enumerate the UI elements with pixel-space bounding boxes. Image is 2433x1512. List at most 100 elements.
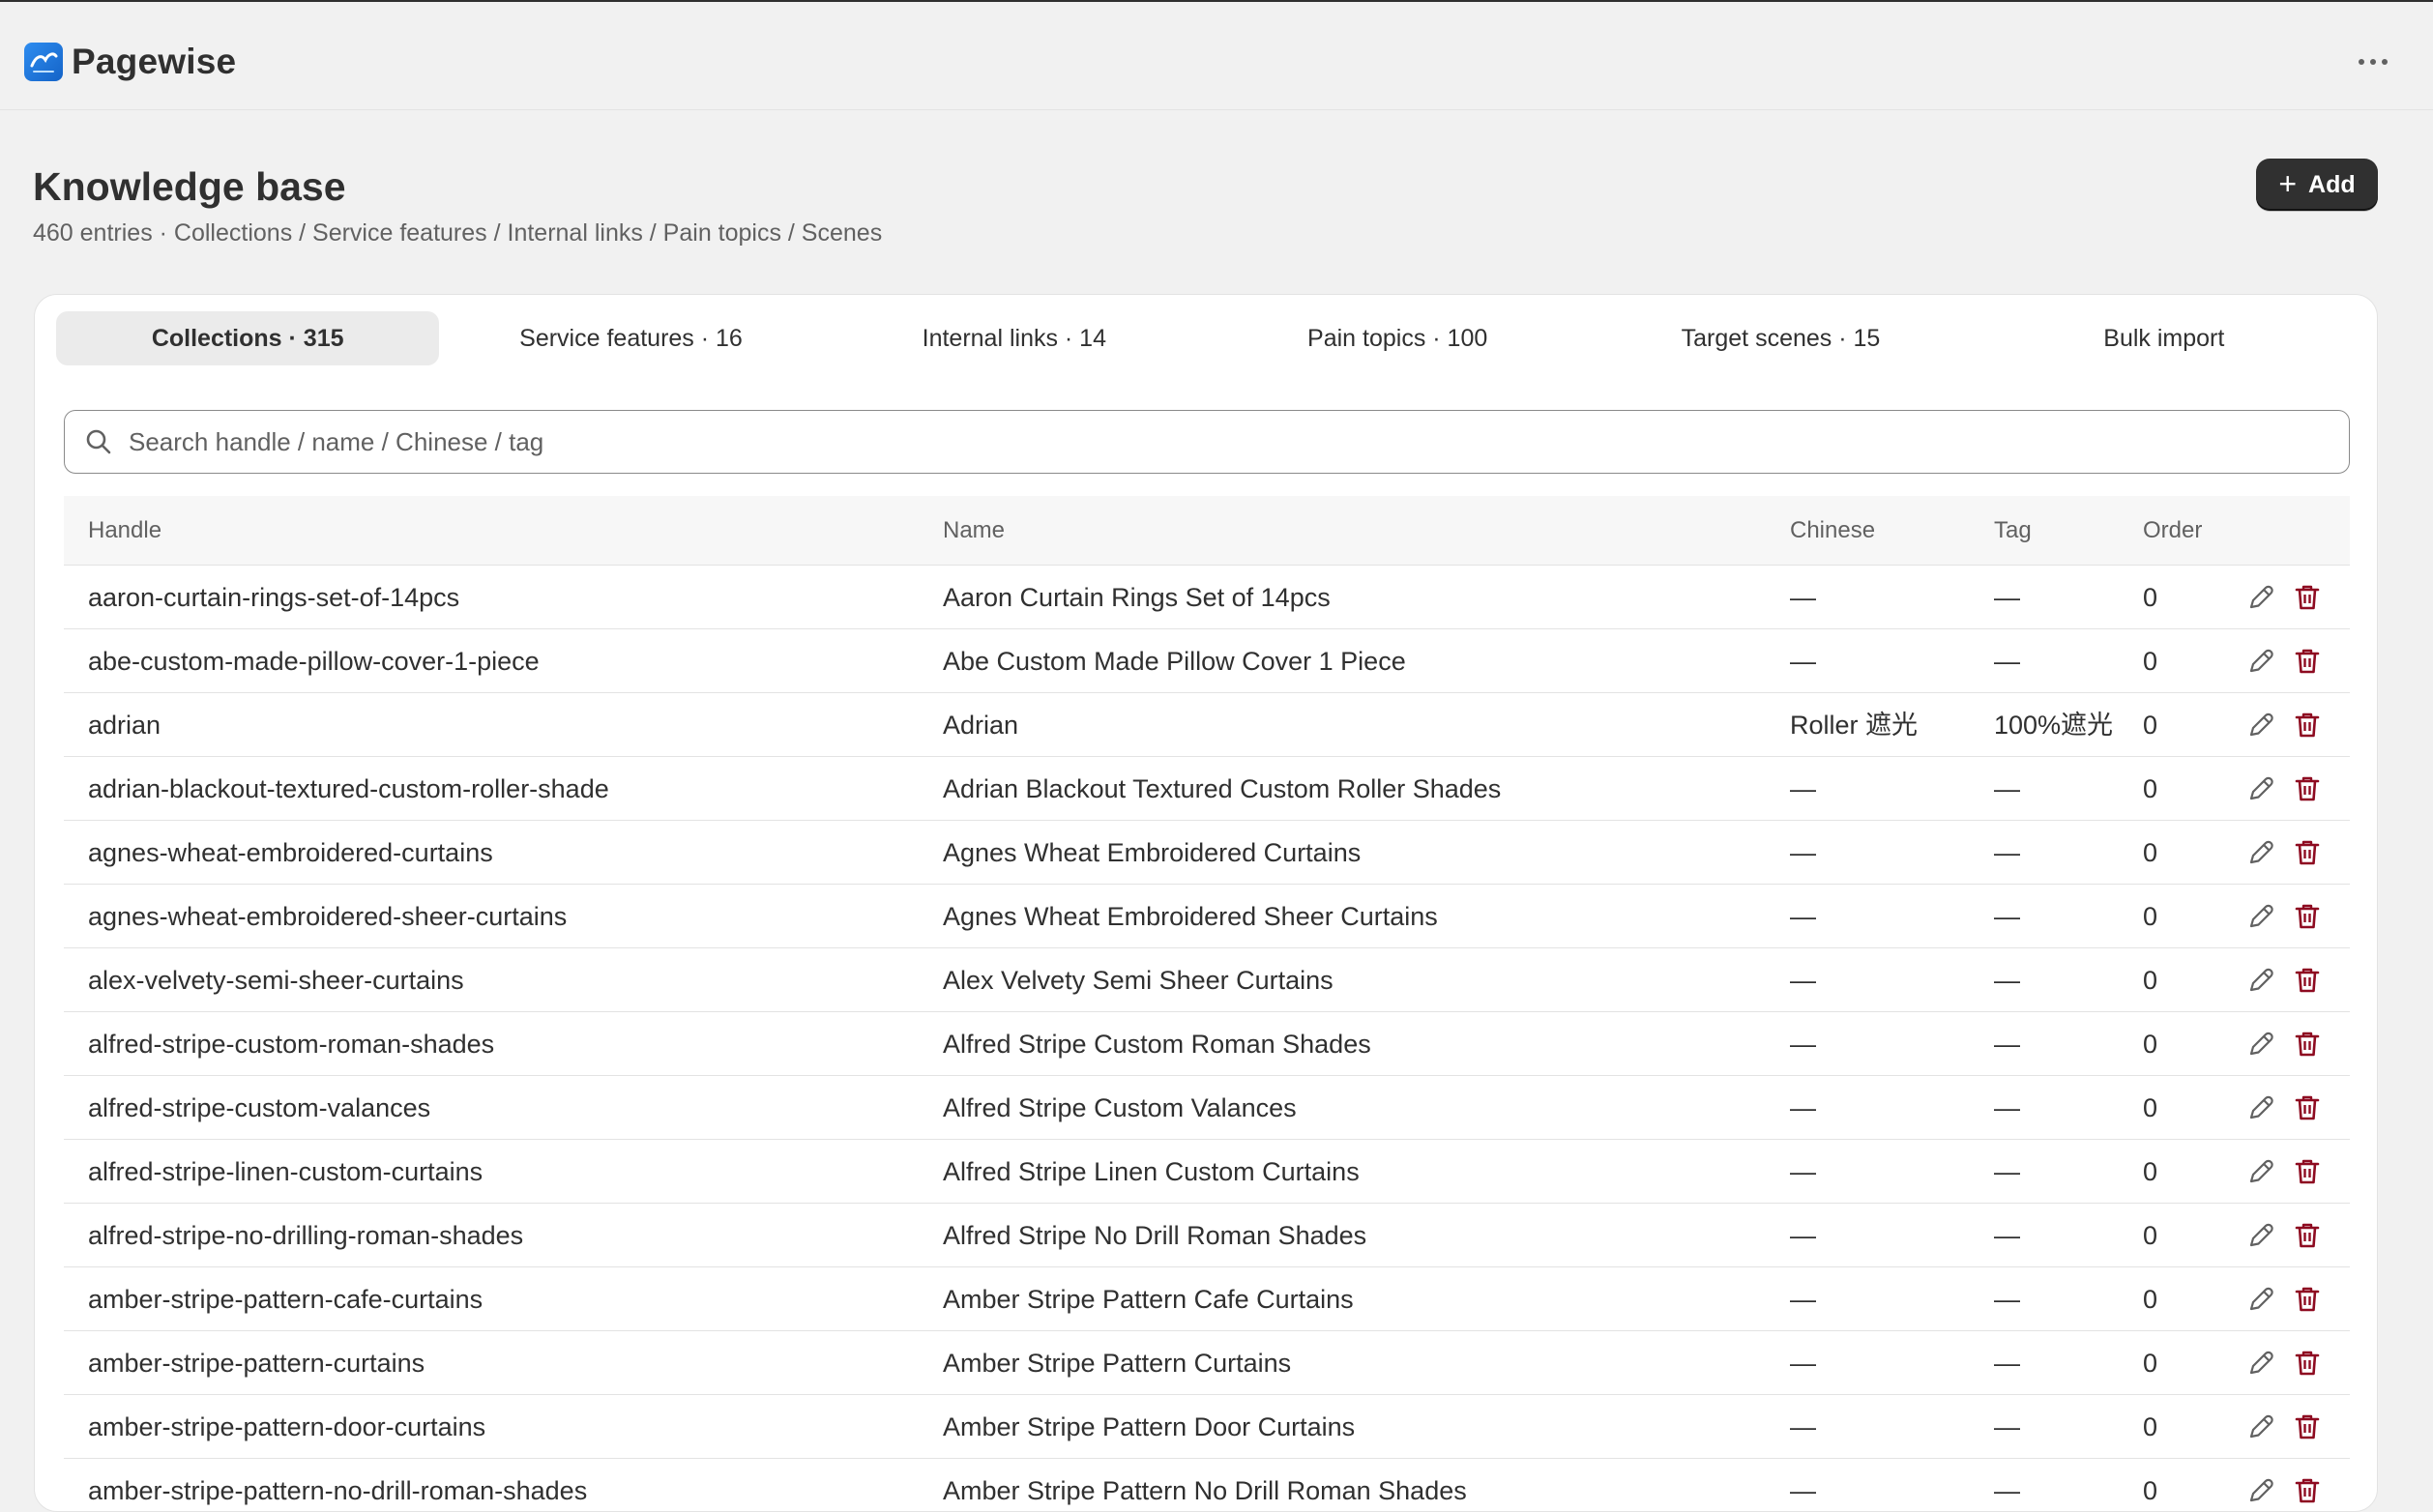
row-name: Adrian (943, 711, 1019, 740)
app-logo-icon (24, 43, 63, 81)
column-header-tag[interactable]: Tag (1994, 496, 2032, 566)
tab-bulk-import[interactable]: Bulk import (1973, 311, 2356, 365)
row-chinese: — (1790, 902, 1816, 931)
tab-internal-links[interactable]: Internal links · 14 (823, 311, 1206, 365)
tab-target-scenes[interactable]: Target scenes · 15 (1589, 311, 1972, 365)
row-chinese: — (1790, 1412, 1816, 1441)
app-name: Pagewise (72, 42, 237, 81)
trash-icon[interactable] (2292, 646, 2323, 677)
page-title: Knowledge base (33, 164, 346, 209)
row-order: 0 (2143, 1030, 2158, 1059)
table-row[interactable]: adrian-blackout-textured-custom-roller-s… (64, 757, 2350, 821)
pencil-icon[interactable] (2245, 1348, 2276, 1379)
trash-icon[interactable] (2292, 1475, 2323, 1506)
pencil-icon[interactable] (2245, 773, 2276, 804)
pencil-icon[interactable] (2245, 1475, 2276, 1506)
trash-icon[interactable] (2292, 1092, 2323, 1123)
row-tag: — (1994, 1349, 2020, 1378)
row-tag: — (1994, 1412, 2020, 1441)
row-handle: amber-stripe-pattern-curtains (88, 1349, 425, 1378)
table-row[interactable]: alex-velvety-semi-sheer-curtains Alex Vel… (64, 948, 2350, 1012)
trash-icon[interactable] (2292, 1411, 2323, 1442)
row-order: 0 (2143, 1093, 2158, 1122)
row-order: 0 (2143, 583, 2158, 612)
trash-icon[interactable] (2292, 965, 2323, 996)
pencil-icon[interactable] (2245, 1156, 2276, 1187)
page-subtitle: 460 entries · Collections / Service feat… (33, 219, 883, 247)
table-row[interactable]: aaron-curtain-rings-set-of-14pcs Aaron Cu… (64, 566, 2350, 629)
table-row[interactable]: amber-stripe-pattern-no-drill-roman-shad… (64, 1459, 2350, 1511)
row-handle: agnes-wheat-embroidered-sheer-curtains (88, 902, 568, 931)
pencil-icon[interactable] (2245, 1092, 2276, 1123)
row-handle: alfred-stripe-custom-valances (88, 1093, 431, 1122)
row-order: 0 (2143, 1349, 2158, 1378)
trash-icon[interactable] (2292, 1348, 2323, 1379)
row-handle: alfred-stripe-no-drilling-roman-shades (88, 1221, 524, 1250)
tab-service-features[interactable]: Service features · 16 (439, 311, 822, 365)
search-field[interactable] (64, 410, 2350, 474)
table-header: Handle Name Chinese Tag Order (64, 496, 2350, 566)
row-chinese: — (1790, 1476, 1816, 1505)
row-name: Alfred Stripe No Drill Roman Shades (943, 1221, 1367, 1250)
pencil-icon[interactable] (2245, 1411, 2276, 1442)
table-row[interactable]: agnes-wheat-embroidered-curtains Agnes Wh… (64, 821, 2350, 885)
row-chinese: — (1790, 647, 1816, 676)
column-header-chinese[interactable]: Chinese (1790, 496, 1875, 566)
trash-icon[interactable] (2292, 773, 2323, 804)
pencil-icon[interactable] (2245, 1029, 2276, 1060)
tab-collections[interactable]: Collections · 315 (56, 311, 440, 365)
row-handle: adrian-blackout-textured-custom-roller-s… (88, 774, 609, 803)
table-row[interactable]: amber-stripe-pattern-cafe-curtains Amber … (64, 1267, 2350, 1331)
trash-icon[interactable] (2292, 1029, 2323, 1060)
table-row[interactable]: amber-stripe-pattern-curtains Amber Strip… (64, 1331, 2350, 1395)
pencil-icon[interactable] (2245, 710, 2276, 741)
row-handle: alfred-stripe-custom-roman-shades (88, 1030, 495, 1059)
column-header-name[interactable]: Name (943, 496, 1005, 566)
row-name: Aaron Curtain Rings Set of 14pcs (943, 583, 1331, 612)
trash-icon[interactable] (2292, 837, 2323, 868)
table-row[interactable]: adrian Adrian Roller 遮光 100%遮光 0 (64, 693, 2350, 757)
row-tag: — (1994, 1476, 2020, 1505)
trash-icon[interactable] (2292, 901, 2323, 932)
trash-icon[interactable] (2292, 1284, 2323, 1315)
pencil-icon[interactable] (2245, 901, 2276, 932)
row-tag: — (1994, 1093, 2020, 1122)
pencil-icon[interactable] (2245, 965, 2276, 996)
row-tag: — (1994, 647, 2020, 676)
row-name: Amber Stripe Pattern Cafe Curtains (943, 1285, 1354, 1314)
pencil-icon[interactable] (2245, 582, 2276, 613)
column-header-order[interactable]: Order (2143, 496, 2202, 566)
row-tag: — (1994, 966, 2020, 995)
row-name: Alfred Stripe Linen Custom Curtains (943, 1157, 1360, 1186)
table-row[interactable]: amber-stripe-pattern-door-curtains Amber … (64, 1395, 2350, 1459)
trash-icon[interactable] (2292, 1156, 2323, 1187)
row-chinese: — (1790, 774, 1816, 803)
table-row[interactable]: alfred-stripe-no-drilling-roman-shades Al… (64, 1204, 2350, 1267)
trash-icon[interactable] (2292, 710, 2323, 741)
add-button[interactable]: + Add (2256, 159, 2378, 211)
table-row[interactable]: abe-custom-made-pillow-cover-1-piece Abe … (64, 629, 2350, 693)
pencil-icon[interactable] (2245, 646, 2276, 677)
search-icon (86, 429, 111, 454)
row-handle: amber-stripe-pattern-cafe-curtains (88, 1285, 484, 1314)
trash-icon[interactable] (2292, 1220, 2323, 1251)
row-order: 0 (2143, 966, 2158, 995)
pencil-icon[interactable] (2245, 837, 2276, 868)
column-header-handle[interactable]: Handle (88, 496, 161, 566)
table-row[interactable]: alfred-stripe-linen-custom-curtains Alfre… (64, 1140, 2350, 1204)
table-row[interactable]: alfred-stripe-custom-roman-shades Alfred … (64, 1012, 2350, 1076)
row-handle: alex-velvety-semi-sheer-curtains (88, 966, 464, 995)
row-tag: — (1994, 1157, 2020, 1186)
more-dot (2370, 59, 2376, 65)
more-actions-button[interactable] (2350, 41, 2396, 83)
pencil-icon[interactable] (2245, 1284, 2276, 1315)
row-name: Agnes Wheat Embroidered Sheer Curtains (943, 902, 1438, 931)
add-button-label: Add (2308, 170, 2356, 198)
trash-icon[interactable] (2292, 582, 2323, 613)
tab-pain-topics[interactable]: Pain topics · 100 (1206, 311, 1589, 365)
search-input[interactable] (127, 425, 2349, 458)
table-row[interactable]: alfred-stripe-custom-valances Alfred Stri… (64, 1076, 2350, 1140)
row-order: 0 (2143, 1285, 2158, 1314)
table-row[interactable]: agnes-wheat-embroidered-sheer-curtains Ag… (64, 885, 2350, 948)
pencil-icon[interactable] (2245, 1220, 2276, 1251)
